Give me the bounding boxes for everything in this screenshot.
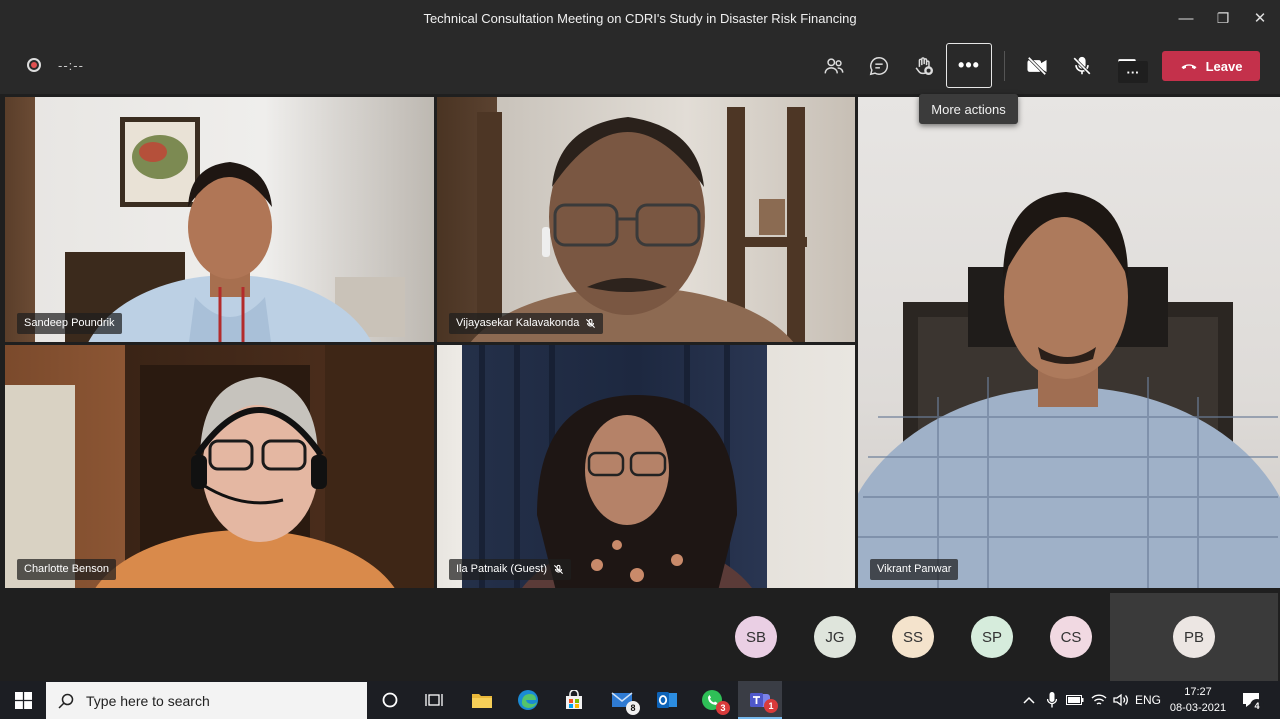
speaker-icon (1113, 693, 1128, 707)
teams-badge: 1 (764, 699, 778, 713)
participant-name-label: Ila Patnaik (Guest) (449, 559, 572, 580)
file-explorer-button[interactable] (460, 681, 504, 719)
show-hidden-icons-button[interactable] (1019, 681, 1039, 719)
taskbar-search-box[interactable]: Type here to search (46, 682, 367, 719)
outlook-button[interactable] (645, 681, 689, 719)
chat-button[interactable] (864, 51, 894, 81)
outlook-icon (657, 692, 677, 708)
participant-name: Ila Patnaik (Guest) (456, 563, 548, 575)
participant-name-label: Charlotte Benson (17, 559, 116, 580)
video-tile-sandeep[interactable]: Sandeep Poundrik (5, 97, 434, 342)
avatar-jg[interactable]: JG (814, 616, 856, 658)
minimize-button[interactable]: — (1167, 0, 1205, 37)
reactions-button[interactable] (909, 51, 939, 81)
clock-time: 17:27 (1184, 686, 1212, 698)
store-button[interactable] (552, 681, 596, 719)
task-view-icon (425, 694, 443, 706)
whatsapp-button[interactable]: 3 (690, 681, 734, 719)
title-bar: Technical Consultation Meeting on CDRI's… (0, 0, 1280, 37)
video-tile-vijayasekar[interactable]: Vijayasekar Kalavakonda (437, 97, 855, 342)
avatar-cs[interactable]: CS (1050, 616, 1092, 658)
folder-icon (472, 694, 492, 708)
chevron-up-icon (1023, 696, 1035, 704)
notifications-button[interactable]: 4 (1236, 681, 1266, 719)
participant-name-label: Vikrant Panwar (870, 559, 959, 580)
participant-video (858, 192, 1280, 588)
clock-date: 08-03-2021 (1169, 702, 1227, 714)
mic-off-icon (586, 318, 596, 329)
video-tile-charlotte[interactable]: Charlotte Benson (5, 345, 434, 588)
avatar-pb[interactable]: PB (1173, 616, 1215, 658)
leave-label: Leave (1205, 58, 1243, 74)
meeting-toolbar: --:-- ••• Leave (0, 37, 1280, 94)
leave-button[interactable]: Leave (1162, 51, 1260, 81)
hang-up-icon (1181, 64, 1197, 70)
video-tile-vikrant[interactable]: Vikrant Panwar (858, 97, 1280, 588)
mic-toggle-button[interactable] (1067, 51, 1097, 81)
chat-icon (869, 57, 889, 76)
whatsapp-badge: 3 (716, 701, 730, 715)
recording-icon (27, 58, 41, 72)
participant-name: Sandeep Poundrik (24, 317, 115, 329)
search-icon (58, 693, 74, 709)
input-language-indicator[interactable]: ENG (1134, 681, 1162, 719)
meeting-timer: --:-- (58, 58, 84, 73)
participant-strip: SB JG SS SP CS PB (0, 589, 1280, 681)
participant-video (470, 107, 807, 342)
participant-options-button[interactable]: ··· (1118, 61, 1148, 83)
search-placeholder: Type here to search (86, 692, 210, 709)
avatar-sp[interactable]: SP (971, 616, 1013, 658)
camera-off-icon (1027, 56, 1047, 76)
edge-button[interactable] (506, 681, 550, 719)
notifications-count: 4 (1250, 699, 1264, 713)
window-title: Technical Consultation Meeting on CDRI's… (423, 11, 857, 26)
microphone-icon (1047, 692, 1057, 708)
teams-window: Technical Consultation Meeting on CDRI's… (0, 0, 1280, 719)
more-actions-tooltip: More actions (919, 94, 1018, 124)
participant-name: Vijayasekar Kalavakonda (456, 317, 580, 329)
battery-tray-icon[interactable] (1064, 681, 1086, 719)
microphone-tray-icon[interactable] (1042, 681, 1062, 719)
task-view-button[interactable] (412, 681, 456, 719)
participant-name: Vikrant Panwar (877, 563, 952, 575)
store-icon (566, 690, 582, 709)
more-actions-button[interactable]: ••• (946, 43, 992, 88)
wifi-tray-icon[interactable] (1088, 681, 1110, 719)
cortana-icon (382, 692, 398, 708)
video-tile-ila[interactable]: Ila Patnaik (Guest) (437, 345, 855, 588)
close-button[interactable]: ✕ (1241, 0, 1279, 37)
camera-toggle-button[interactable] (1022, 51, 1052, 81)
start-button[interactable] (0, 681, 46, 719)
participants-button[interactable] (819, 51, 849, 81)
windows-taskbar: Type here to search 8 3 1 ENG 17:27 08-0… (0, 681, 1280, 719)
participant-video (5, 345, 434, 588)
participant-video (479, 345, 752, 588)
mail-button[interactable]: 8 (600, 681, 644, 719)
wifi-icon (1091, 694, 1107, 705)
maximize-button[interactable]: ❐ (1204, 0, 1242, 37)
people-icon (824, 58, 844, 74)
taskbar-clock[interactable]: 17:27 08-03-2021 (1166, 684, 1230, 716)
cortana-button[interactable] (368, 681, 412, 719)
teams-taskbar-button[interactable]: 1 (738, 681, 782, 719)
avatar-sb[interactable]: SB (735, 616, 777, 658)
participant-name: Charlotte Benson (24, 563, 109, 575)
toolbar-divider (1004, 51, 1005, 81)
battery-icon (1066, 695, 1084, 705)
mail-badge: 8 (626, 701, 640, 715)
mic-off-icon (554, 564, 564, 575)
windows-logo-icon (14, 691, 32, 709)
mic-off-icon (1073, 56, 1091, 75)
volume-tray-icon[interactable] (1110, 681, 1132, 719)
raise-hand-icon (915, 57, 933, 75)
participant-name-label: Vijayasekar Kalavakonda (449, 313, 604, 334)
edge-browser-icon (518, 690, 538, 710)
participant-video (65, 117, 405, 342)
participant-name-label: Sandeep Poundrik (17, 313, 122, 334)
avatar-ss[interactable]: SS (892, 616, 934, 658)
